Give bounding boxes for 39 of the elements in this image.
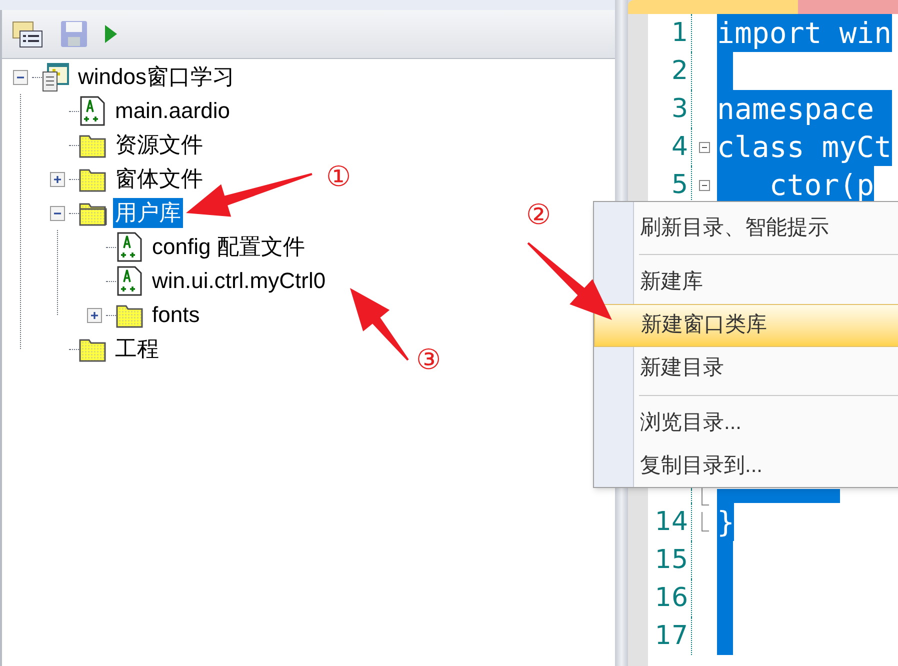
script-file-icon: [117, 266, 143, 296]
line-number: 16: [654, 583, 688, 613]
tree-item[interactable]: 窗体文件: [113, 164, 205, 194]
menu-item[interactable]: 新建窗口类库: [594, 304, 898, 347]
menu-item[interactable]: 新建目录: [634, 346, 898, 390]
step-number: ①: [326, 160, 351, 194]
tree-item[interactable]: 工程: [113, 334, 161, 364]
tree-item[interactable]: 用户库: [113, 198, 183, 228]
tree-item[interactable]: fonts: [150, 300, 202, 330]
script-file-icon: [117, 232, 143, 262]
step-number: ②: [526, 198, 551, 232]
line-number: 2: [671, 56, 688, 86]
tree-item[interactable]: config 配置文件: [150, 232, 307, 262]
fold-icon[interactable]: [699, 142, 710, 152]
menu-item[interactable]: 刷新目录、智能提示: [634, 206, 898, 249]
expand-icon[interactable]: [50, 172, 64, 186]
line-number: 1: [671, 18, 688, 48]
tree-item[interactable]: main.aardio: [113, 96, 232, 126]
collapse-icon[interactable]: [50, 206, 64, 220]
line-number: 17: [654, 621, 688, 651]
line-number: 14: [654, 507, 688, 537]
file-list-icon[interactable]: [12, 19, 44, 49]
menu-item[interactable]: 复制目录到...: [634, 444, 898, 487]
script-file-icon: [80, 96, 106, 126]
expand-icon[interactable]: [86, 308, 102, 322]
line-number: 5: [671, 170, 688, 200]
play-icon[interactable]: [104, 24, 118, 44]
line-number: 4: [671, 132, 688, 162]
line-number: 3: [671, 94, 688, 124]
tree-item[interactable]: 资源文件: [113, 130, 205, 160]
collapse-icon[interactable]: [12, 70, 28, 84]
fold-icon[interactable]: [699, 180, 710, 190]
step-number: ③: [416, 343, 441, 377]
tree-item[interactable]: win.ui.ctrl.myCtrl0: [150, 266, 328, 296]
menu-item[interactable]: 新建库: [634, 260, 898, 304]
menu-item[interactable]: 浏览目录...: [634, 401, 898, 444]
line-number: 15: [654, 545, 688, 575]
project-icon: [42, 62, 70, 92]
tree-item[interactable]: windos窗口学习: [76, 62, 236, 92]
